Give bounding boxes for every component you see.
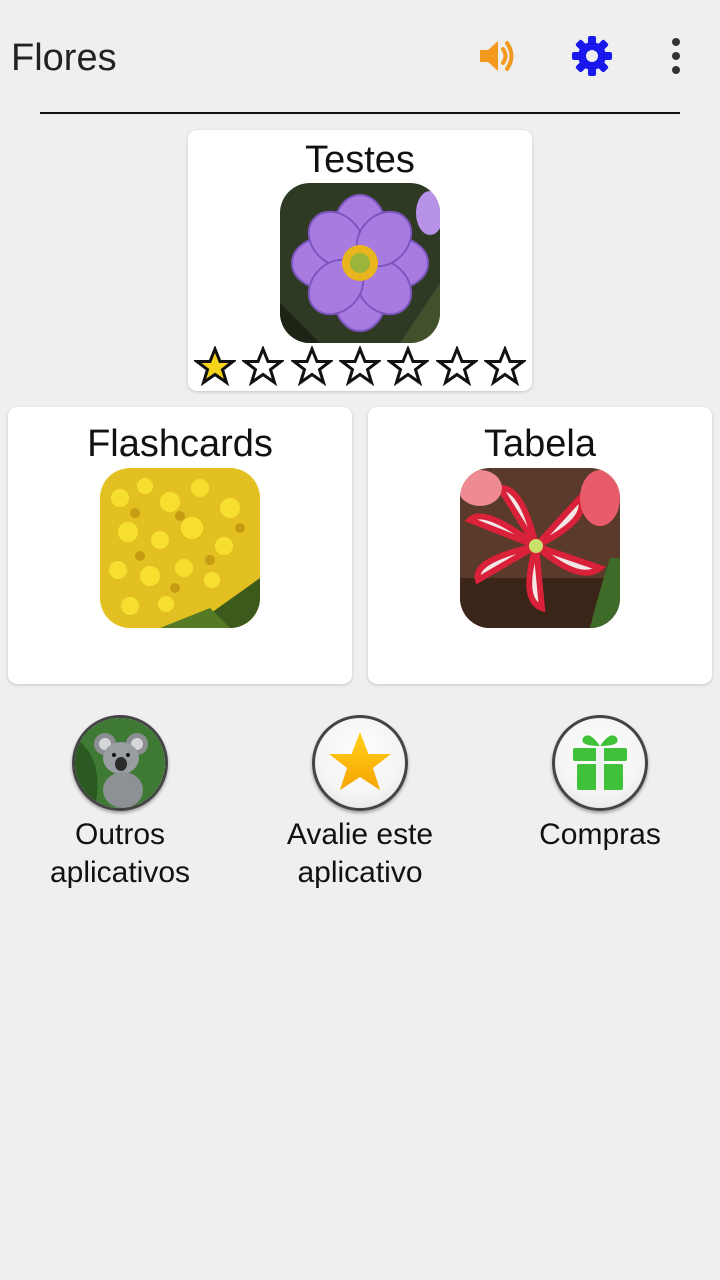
tabela-title: Tabela [484, 423, 596, 465]
rate-app-label: Avalie este aplicativo [240, 816, 480, 892]
star-empty-icon [290, 346, 333, 386]
star-filled-icon [194, 346, 236, 386]
header-divider [40, 112, 680, 114]
amaryllis-flower-image [460, 468, 620, 628]
star-empty-icon [483, 346, 526, 386]
rate-app-label-line1: Avalie este [286, 818, 434, 851]
mimosa-flower-image [100, 468, 260, 628]
speaker-icon [480, 41, 514, 71]
anemone-flower-image [280, 183, 440, 343]
koala-icon [75, 718, 165, 808]
more-vert-icon [672, 38, 680, 74]
testes-card[interactable]: Testes [188, 130, 532, 391]
star-icon [329, 732, 391, 790]
other-apps-label-line2: aplicativos [49, 856, 191, 889]
gift-icon [573, 735, 627, 790]
star-empty-icon [338, 346, 381, 386]
star-empty-icon [242, 346, 285, 386]
star-empty-icon [435, 346, 478, 386]
other-apps-label: Outros aplicativos [0, 816, 240, 892]
rate-app-label-line2: aplicativo [297, 856, 423, 889]
rating-stars [194, 346, 526, 386]
tabela-card[interactable]: Tabela [368, 407, 712, 684]
more-options-button[interactable] [656, 32, 696, 80]
gear-icon [572, 36, 612, 76]
purchases-button[interactable] [552, 715, 648, 811]
testes-title: Testes [305, 139, 415, 181]
purchases-label: Compras [480, 816, 720, 854]
other-apps-label-line1: Outros [74, 818, 166, 851]
flashcards-title: Flashcards [87, 423, 273, 465]
purchases-label-line1: Compras [539, 818, 661, 851]
app-title: Flores [11, 37, 117, 79]
settings-button[interactable] [568, 32, 616, 80]
rate-app-button[interactable] [312, 715, 408, 811]
other-apps-button[interactable] [72, 715, 168, 811]
flashcards-card[interactable]: Flashcards [8, 407, 352, 684]
app-bar: Flores [0, 0, 720, 112]
star-empty-icon [387, 346, 430, 386]
sound-button[interactable] [472, 32, 520, 80]
